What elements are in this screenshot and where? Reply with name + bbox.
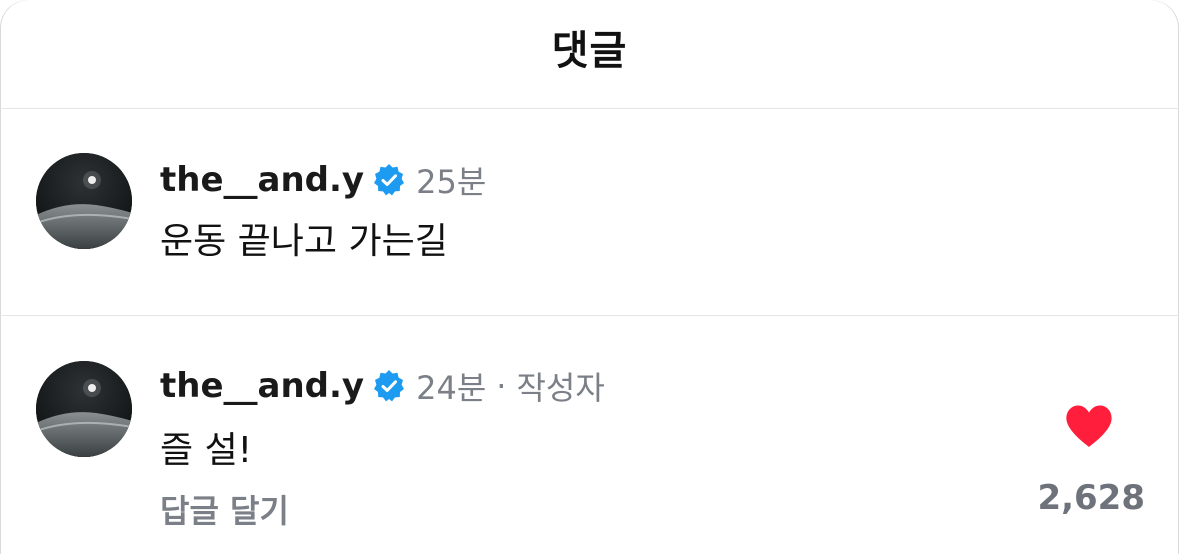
comment-text: 운동 끝나고 가는길 — [160, 221, 448, 262]
comment-text: 즐 설! — [160, 430, 253, 471]
avatar[interactable] — [36, 361, 132, 457]
verified-badge-icon — [372, 369, 406, 403]
like-count: 2,628 — [1037, 478, 1145, 518]
comment-meta: the__and.y 24분 · 작성자 — [160, 363, 605, 409]
avatar[interactable] — [36, 153, 132, 249]
comments-header: 댓글 — [0, 0, 1179, 109]
comments-sheet: 댓글 the__and.y 25분 운동 끝나고 가는길 the__and.y … — [0, 0, 1179, 554]
like-control: 2,628 — [1033, 404, 1145, 518]
meta-separator: · — [496, 367, 507, 405]
verified-badge-icon — [372, 163, 406, 197]
username[interactable]: the__and.y — [160, 160, 364, 200]
header-title: 댓글 — [551, 28, 628, 74]
author-tag: 작성자 — [516, 369, 605, 407]
comment-meta: the__and.y 25분 — [160, 157, 486, 203]
reply-button[interactable]: 답글 달기 — [160, 486, 289, 532]
heart-filled-icon[interactable] — [1033, 404, 1145, 448]
username[interactable]: the__and.y — [160, 366, 364, 406]
comment-time: 24분 — [416, 369, 487, 407]
comment-item[interactable]: the__and.y 24분 · 작성자 즐 설! 답글 달기 2,628 — [0, 316, 1179, 554]
comment-time: 25분 — [416, 163, 487, 201]
comment-item[interactable]: the__and.y 25분 운동 끝나고 가는길 — [0, 109, 1179, 316]
